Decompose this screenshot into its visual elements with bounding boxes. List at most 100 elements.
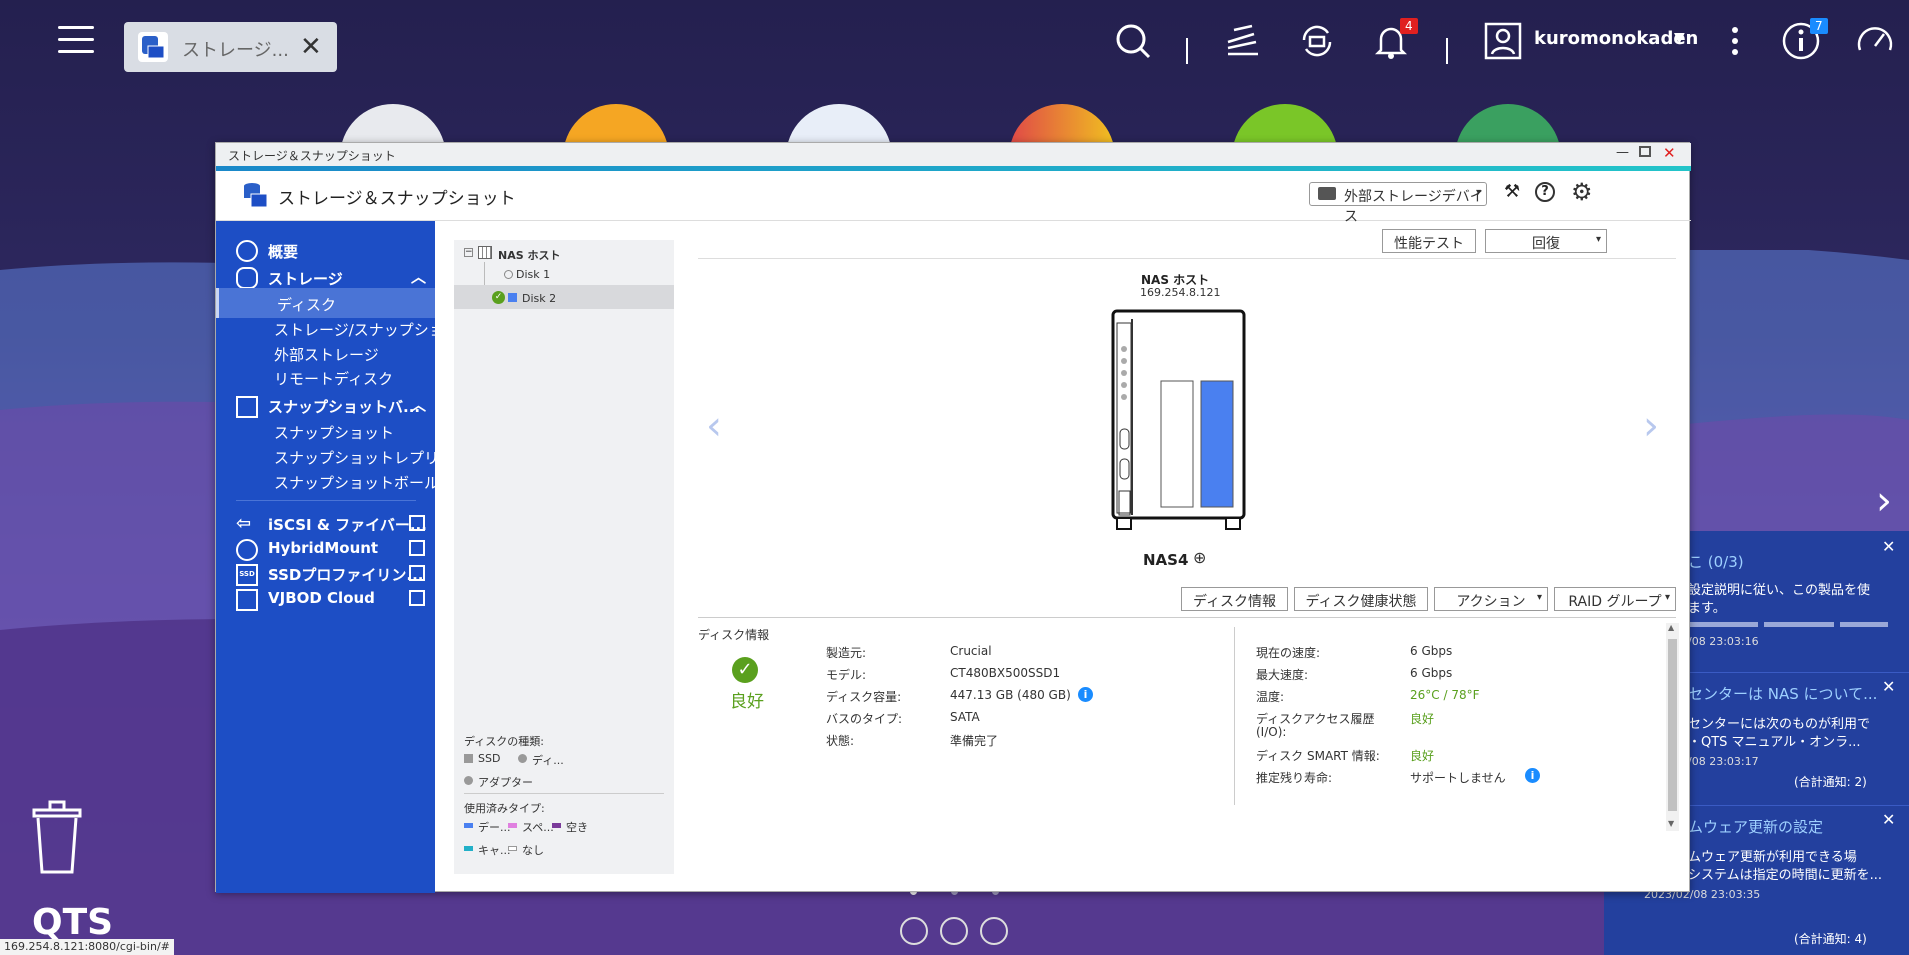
zoom-in-icon[interactable]: ⊕ [1193,548,1206,567]
minimize-icon[interactable]: — [1616,145,1629,160]
scroll-up-icon[interactable]: ▲ [1668,623,1674,632]
info-badge: 7 [1810,18,1828,34]
access-history-io-label: (I/O): [1256,725,1287,739]
vjbod-icon [236,589,258,611]
legend-label: アダプター [478,776,533,789]
menu-icon[interactable] [58,26,94,56]
iscsi-icon: ⇦ [236,513,252,534]
adapter-legend-swatch [464,776,473,785]
max-speed-label: 最大速度: [1256,668,1309,682]
external-link-icon[interactable] [409,590,425,606]
info-icon[interactable]: i [1078,687,1093,702]
next-page-arrow-icon[interactable]: › [1876,478,1892,524]
trash-icon[interactable] [28,800,86,876]
scrollbar-thumb[interactable] [1668,639,1677,811]
divider [236,500,416,501]
book-icon[interactable] [980,917,1008,945]
notification-count: (合計通知: 4) [1794,932,1867,946]
search-icon[interactable] [1112,20,1154,62]
taskbar-tab-storage[interactable]: ストレージ... ✕ [124,22,337,72]
close-icon[interactable]: ✕ [1882,537,1895,556]
raid-group-dropdown[interactable]: RAID グループ [1554,587,1676,611]
chevron-up-icon[interactable]: ︿ [411,266,426,287]
scroll-down-icon[interactable]: ▼ [1668,819,1674,828]
tree-root-label[interactable]: NAS ホスト [498,247,560,263]
tree-item-disk1[interactable]: Disk 1 [454,262,674,284]
recover-dropdown[interactable]: 回復 [1485,229,1607,253]
sidebar-item-label: HybridMount [268,539,379,557]
window-title: ストレージ＆スナップショット [228,149,396,163]
sidebar-item-label: スナップショットバ... [268,398,421,416]
sidebar-item-snapshot-vault[interactable]: スナップショットボールト [216,466,435,496]
progress-steps [1688,622,1888,627]
access-history-value[interactable]: 良好 [1410,710,1434,727]
sidebar-item-label: スナップショット [274,424,395,442]
user-icon[interactable] [1482,20,1524,62]
notification-text: ムウェア更新が利用できる場 [1688,850,1857,865]
smart-info-label: ディスク SMART 情報: [1256,749,1380,763]
window-title-bar[interactable]: ストレージ＆スナップショット — ✕ [216,143,1691,166]
notification-badge: 4 [1400,18,1418,34]
status-check-icon: ✓ [732,657,758,683]
legend-title: 使用済みタイプ: [464,802,545,815]
close-icon[interactable]: ✕ [1882,810,1895,829]
action-dropdown[interactable]: アクション [1434,587,1548,611]
close-tab-icon[interactable]: ✕ [300,32,322,62]
nas-name: NAS4 [1143,551,1189,569]
external-link-icon[interactable] [409,515,425,531]
desktop-top-bar: ストレージ... ✕ 4 kuromonokaden ▼ 7 [0,0,1909,82]
chevron-up-icon[interactable]: ︿ [411,394,426,415]
tools-icon[interactable]: ⚒ [1504,181,1520,202]
cloud-icon[interactable] [900,917,928,945]
notification-text: センターには次のものが利用で [1688,717,1871,732]
status-good: 良好 [730,692,764,712]
dashboard-icon[interactable] [1854,20,1896,62]
previous-arrow-icon[interactable]: ‹ [706,403,722,449]
scrollbar[interactable]: ▲ ▼ [1666,623,1679,831]
sidebar-item-remote-disk[interactable]: リモートディスク [216,362,435,392]
tasks-icon[interactable] [1222,20,1264,62]
disk-health-button[interactable]: ディスク健康状態 [1294,587,1428,611]
gear-icon[interactable]: ⚙ [1571,178,1593,206]
sidebar: 概要 ストレージ︿ ディスク ストレージ/スナップショ... 外部ストレージ リ… [216,221,435,893]
storage-app-icon [138,32,168,62]
storage-device-icon [1318,187,1336,200]
smart-info-value[interactable]: 良好 [1410,747,1434,764]
external-storage-dropdown[interactable]: 外部ストレージデバイス [1309,182,1487,225]
performance-test-button[interactable]: 性能テスト [1382,229,1476,253]
sidebar-item-label: VJBOD Cloud [268,589,375,607]
bus-type-label: バスのタイプ: [826,712,903,726]
close-icon[interactable]: ✕ [1663,144,1676,162]
collapse-icon[interactable]: − [464,248,473,257]
legend-label: デー... [478,821,511,834]
disk-info-button[interactable]: ディスク情報 [1181,587,1288,611]
free-legend-swatch [552,823,561,828]
maximize-icon[interactable] [1639,146,1651,157]
tree-item-disk2[interactable]: ✓ Disk 2 [454,285,674,309]
sidebar-item-overview[interactable]: 概要 [216,235,435,265]
app-title: ストレージ＆スナップショット [278,189,516,209]
taskbar-tab-label: ストレージ... [182,40,289,61]
sidebar-item-label: SSDプロファイリン... [268,566,424,584]
help-icon[interactable]: ? [1535,182,1555,202]
state-label: 状態: [826,734,855,748]
sidebar-item-vjbod[interactable]: VJBOD Cloud [216,583,435,613]
info-icon[interactable]: i [1525,768,1540,783]
hdd-legend-swatch [518,754,527,763]
more-icon[interactable] [1714,20,1756,62]
disk-data-icon [508,293,517,302]
capacity-value: 447.13 GB (480 GB) [950,688,1071,702]
tools-icon[interactable] [940,917,968,945]
external-link-icon[interactable] [409,540,425,556]
ssd-legend-swatch [464,754,473,763]
model-value: CT480BX500SSD1 [950,666,1061,680]
next-arrow-icon[interactable]: › [1643,403,1659,449]
close-icon[interactable]: ✕ [1882,677,1895,696]
external-link-icon[interactable] [409,565,425,581]
nas-ip-address: 169.254.8.121 [1140,286,1221,299]
remaining-life-value: サポートしません [1410,771,1506,785]
camera-icon [236,396,258,418]
chevron-down-icon[interactable]: ▼ [1674,30,1685,46]
legend-label: 空き [566,821,588,834]
sync-icon[interactable] [1296,20,1338,62]
